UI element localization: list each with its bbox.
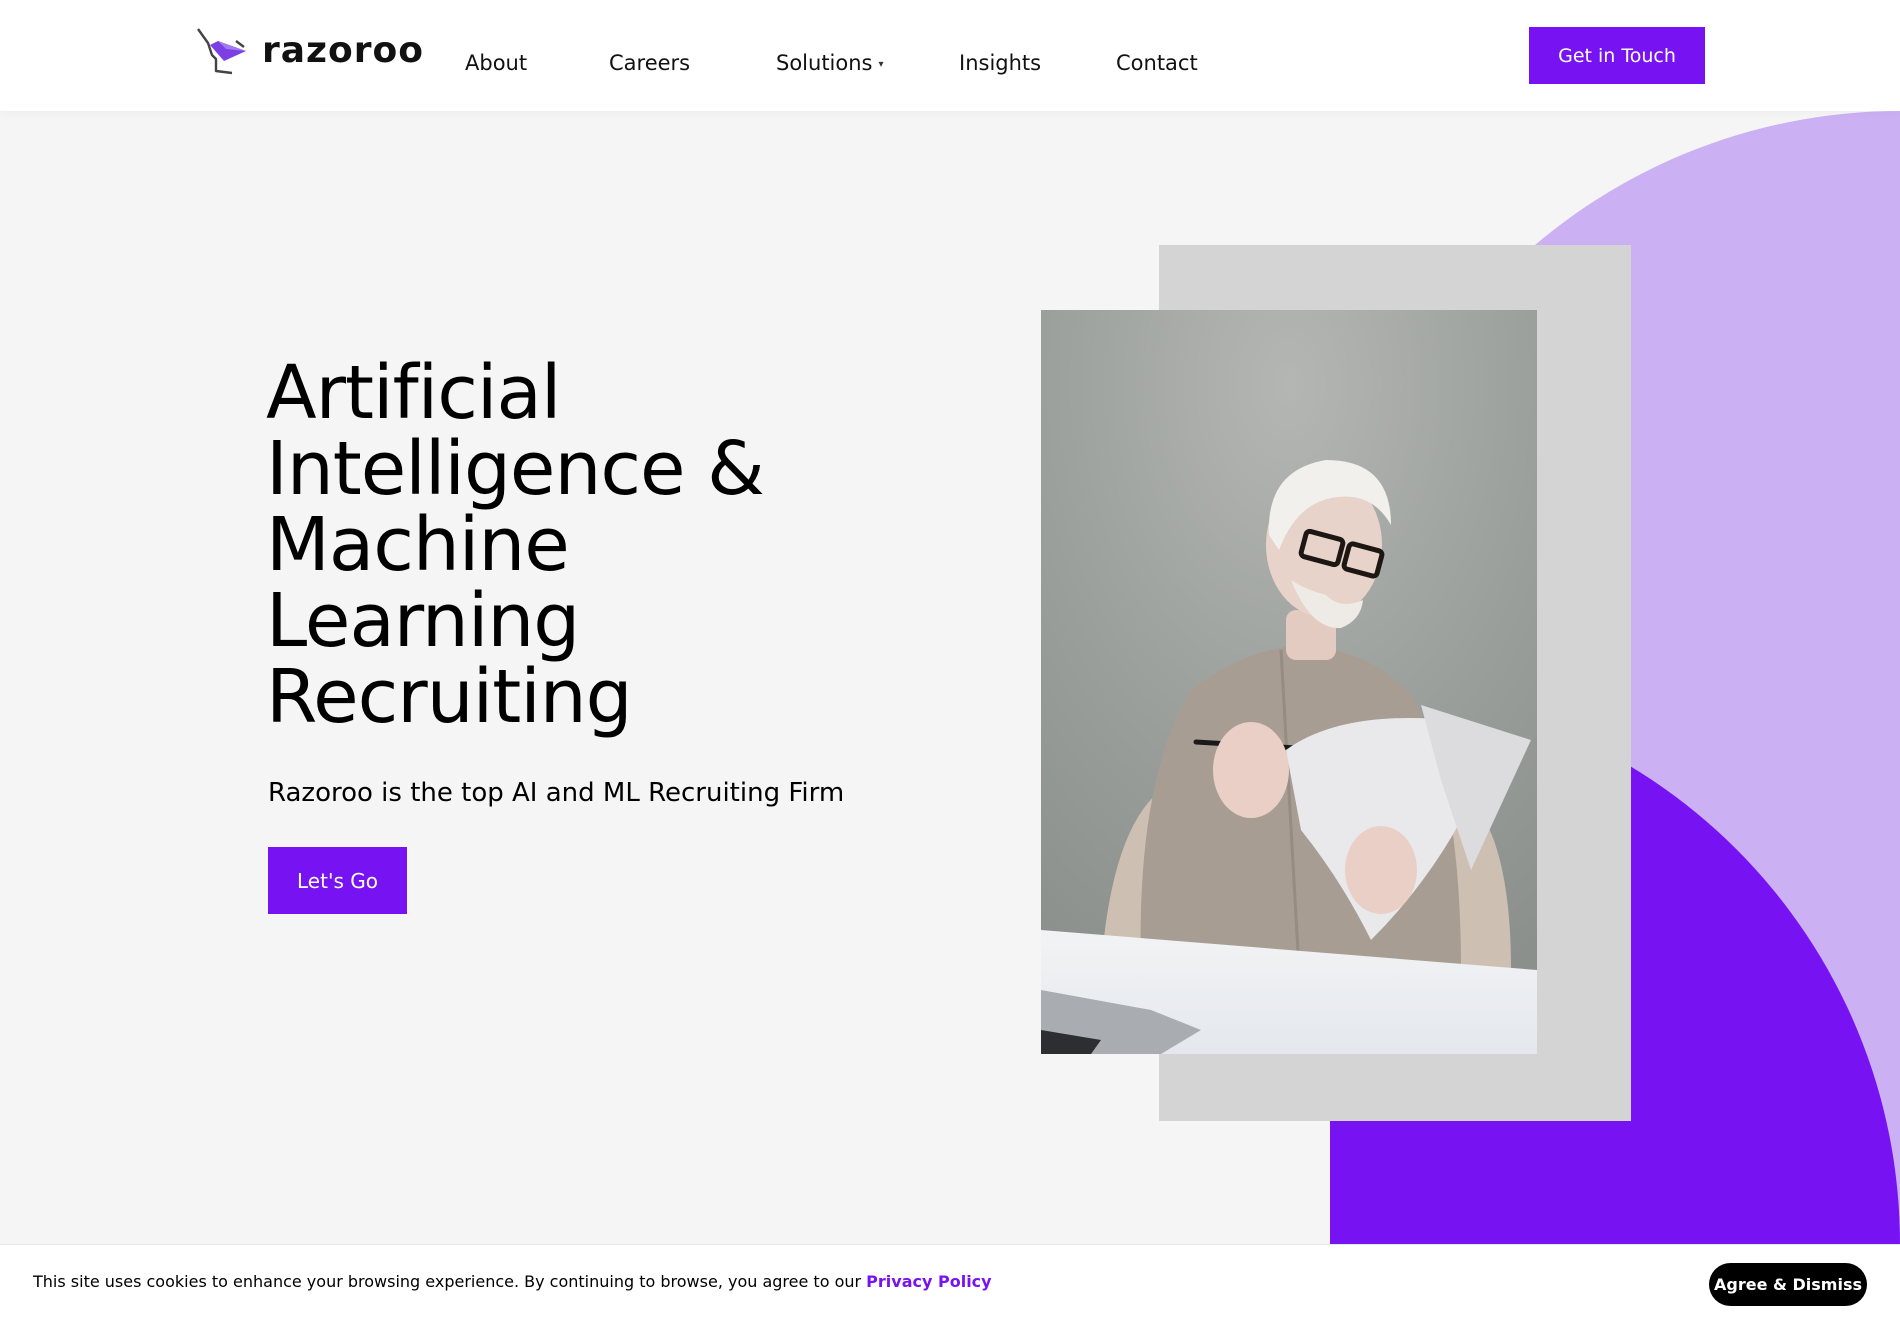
headline-line: Learning (266, 578, 580, 664)
hero-subtitle: Razoroo is the top AI and ML Recruiting … (268, 778, 845, 808)
nav-solutions-label: Solutions (776, 51, 873, 75)
cookie-message-text: This site uses cookies to enhance your b… (33, 1272, 867, 1291)
brand-logo-link[interactable]: razoroo (196, 26, 424, 76)
site-header: razoroo About Careers Solutions ▾ Insight… (0, 0, 1900, 111)
kangaroo-paper-plane-icon (197, 28, 246, 75)
nav-careers[interactable]: Careers (609, 48, 690, 78)
nav-contact[interactable]: Contact (1116, 48, 1198, 78)
hero-photo (1041, 310, 1537, 1054)
caret-down-icon: ▾ (878, 59, 884, 70)
cookie-consent-bar: This site uses cookies to enhance your b… (0, 1244, 1900, 1321)
agree-dismiss-button[interactable]: Agree & Dismiss (1709, 1263, 1867, 1306)
hero-photo-illustration (1041, 310, 1537, 1054)
nav-insights[interactable]: Insights (959, 48, 1041, 78)
nav-solutions[interactable]: Solutions ▾ (776, 48, 884, 80)
lets-go-button[interactable]: Let's Go (268, 847, 407, 914)
hero-headline: Artificial Intelligence & Machine Learni… (266, 355, 866, 735)
nav-about[interactable]: About (465, 48, 527, 78)
headline-line: Artificial (266, 350, 561, 436)
headline-line: Intelligence & (266, 426, 765, 512)
get-in-touch-button[interactable]: Get in Touch (1529, 27, 1705, 84)
headline-line: Machine (266, 502, 570, 588)
headline-line: Recruiting (266, 654, 633, 740)
cookie-message: This site uses cookies to enhance your b… (33, 1272, 992, 1291)
privacy-policy-link[interactable]: Privacy Policy (866, 1272, 991, 1291)
brand-name: razoroo (262, 30, 424, 71)
